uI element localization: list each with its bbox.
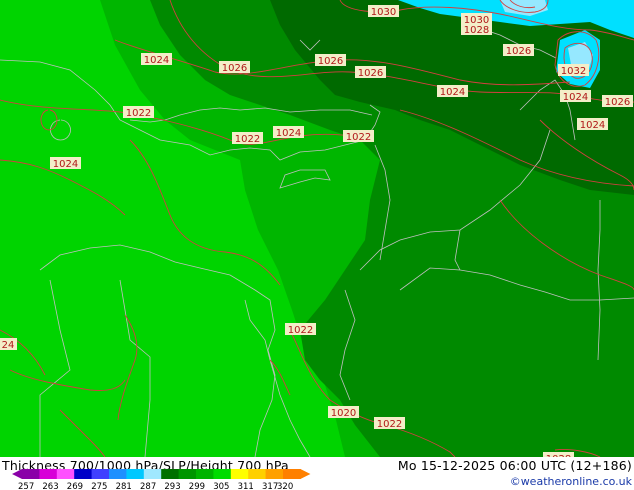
colorbar-swatch: [178, 469, 197, 479]
isobar-label: 1022: [232, 132, 263, 145]
colorbar-swatches: [12, 469, 311, 479]
isobar-label: 1026: [219, 61, 250, 74]
colorbar-swatch: [22, 469, 40, 479]
colorbar-arrow-left: [12, 469, 22, 479]
isobar-label: 1026: [602, 95, 633, 108]
svg-text:1028: 1028: [464, 25, 489, 36]
isobar-label: 1024: [273, 126, 304, 139]
svg-text:1026: 1026: [506, 46, 531, 57]
svg-text:1020: 1020: [331, 408, 356, 419]
svg-text:24: 24: [2, 340, 15, 351]
colorbar-swatch: [161, 469, 180, 479]
svg-text:1024: 1024: [53, 159, 78, 170]
colorbar-tick-label: 293: [164, 482, 180, 490]
map-footer: Thickness 700/1000 hPa/SLP/Height 700 hP…: [0, 457, 634, 490]
colorbar-arrow-right: [300, 469, 311, 479]
svg-text:1022: 1022: [346, 132, 371, 143]
isobar-label: 1020: [328, 406, 359, 419]
isobar-label: 1022: [374, 417, 405, 430]
colorbar-tick-label: 287: [140, 482, 156, 490]
colorbar-ticks: 257 263 269 275 281 287 293 299 305 311 317320: [18, 482, 293, 490]
svg-text:1022: 1022: [126, 108, 151, 119]
colorbar-swatch: [196, 469, 214, 479]
colorbar-tick-label: 269: [67, 482, 83, 490]
colorbar-tick-label: 299: [189, 482, 205, 490]
svg-text:1026: 1026: [222, 63, 247, 74]
colorbar: 257 263 269 275 281 287 293 299 305 311 317320: [12, 469, 311, 490]
colorbar-tick-label: 263: [42, 482, 58, 490]
colorbar-tick-label: 257: [18, 482, 34, 490]
isobar-label: 1030: [368, 5, 399, 18]
colorbar-swatch: [91, 469, 110, 479]
svg-text:1024: 1024: [580, 120, 605, 131]
isobar-label: 1026: [315, 54, 346, 67]
svg-text:1026: 1026: [605, 97, 630, 108]
svg-text:1024: 1024: [563, 92, 588, 103]
svg-text:1022: 1022: [377, 419, 402, 430]
colorbar-swatch: [230, 469, 249, 479]
isobar-label: 1024: [437, 85, 468, 98]
colorbar-swatch: [126, 469, 145, 479]
svg-text:1024: 1024: [440, 87, 465, 98]
colorbar-swatch: [74, 469, 93, 479]
isobar-label: 1028: [461, 23, 492, 36]
isobar-label: 1022: [123, 106, 154, 119]
colorbar-swatch: [143, 469, 162, 479]
colorbar-swatch: [213, 469, 232, 479]
svg-text:1024: 1024: [276, 128, 301, 139]
colorbar-tick-label: 320: [277, 482, 293, 490]
colorbar-tick-label: 311: [238, 482, 254, 490]
isobar-label: 1026: [503, 44, 534, 57]
colorbar-swatch: [109, 469, 127, 479]
colorbar-swatch: [248, 469, 267, 479]
svg-text:1022: 1022: [288, 325, 313, 336]
isobar-label: 1026: [355, 66, 386, 79]
isobar-label: 1022: [343, 130, 374, 143]
colorbar-swatch: [39, 469, 58, 479]
colorbar-swatch: [283, 469, 301, 479]
forecast-datetime: Mo 15-12-2025 06:00 UTC (12+186): [397, 458, 632, 473]
svg-text:1026: 1026: [358, 68, 383, 79]
isobar-label: 1024: [50, 157, 81, 170]
isobar-label: 1024: [577, 118, 608, 131]
isobar-label: 1022: [285, 323, 316, 336]
svg-text:1030: 1030: [371, 7, 396, 18]
colorbar-tick-label: 275: [91, 482, 107, 490]
isobar-label: 1024: [560, 90, 591, 103]
isobar-label: 24: [0, 338, 17, 351]
svg-text:1022: 1022: [235, 134, 260, 145]
weather-map-viewer: 1030 1030 1028 1024 1026 1026 1026 1026 …: [0, 0, 634, 490]
credit-link[interactable]: ©weatheronline.co.uk: [510, 475, 632, 488]
colorbar-tick-label: 305: [213, 482, 229, 490]
svg-text:1032: 1032: [561, 66, 586, 77]
colorbar-swatch: [265, 469, 284, 479]
colorbar-tick-label: 281: [116, 482, 132, 490]
svg-text:1024: 1024: [144, 55, 169, 66]
isobar-label: 1032: [558, 64, 589, 77]
thickness-map: 1030 1030 1028 1024 1026 1026 1026 1026 …: [0, 0, 634, 457]
colorbar-swatch: [56, 469, 75, 479]
svg-text:1026: 1026: [318, 56, 343, 67]
isobar-label: 1024: [141, 53, 172, 66]
colorbar-tick-label: 317: [262, 482, 278, 490]
